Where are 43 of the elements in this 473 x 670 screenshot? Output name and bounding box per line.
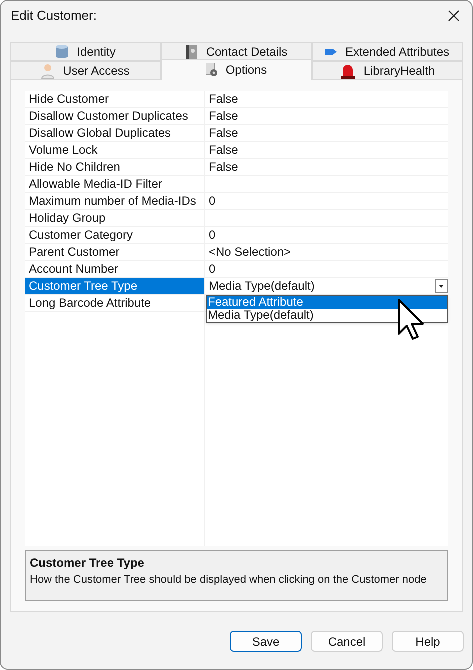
description-text: How the Customer Tree should be displayed when clicking on the Customer node bbox=[30, 573, 428, 588]
property-value[interactable]: False bbox=[205, 159, 448, 175]
dropdown-option[interactable]: Media Type(default) bbox=[207, 309, 447, 322]
description-title: Customer Tree Type bbox=[30, 555, 146, 572]
window-title: Edit Customer: bbox=[11, 7, 97, 26]
property-name[interactable]: Account Number bbox=[25, 261, 205, 277]
property-name[interactable]: Hide No Children bbox=[25, 159, 205, 175]
database-icon bbox=[55, 44, 70, 60]
book-icon bbox=[185, 44, 198, 60]
property-name[interactable]: Hide Customer bbox=[25, 91, 205, 107]
property-name[interactable]: Disallow Customer Duplicates bbox=[25, 108, 205, 124]
tab[interactable]: User Access bbox=[10, 61, 161, 80]
property-name[interactable]: Customer Tree Type bbox=[25, 278, 205, 294]
siren-icon bbox=[340, 62, 356, 78]
property-name[interactable]: Disallow Global Duplicates bbox=[25, 125, 205, 141]
gear-document-icon bbox=[206, 63, 218, 77]
tab[interactable]: Identity bbox=[10, 42, 161, 61]
property-name[interactable]: Holiday Group bbox=[25, 210, 205, 226]
dropdown-value: Media Type(default) bbox=[209, 278, 315, 294]
property-value[interactable]: 0 bbox=[205, 193, 448, 209]
tab[interactable]: Options bbox=[161, 59, 312, 80]
property-name[interactable]: Maximum number of Media-IDs bbox=[25, 193, 205, 209]
property-name[interactable]: Long Barcode Attribute bbox=[25, 295, 205, 311]
person-icon bbox=[41, 62, 56, 78]
property-value[interactable]: 0 bbox=[205, 261, 448, 277]
property-value[interactable]: False bbox=[205, 108, 448, 124]
property-value[interactable]: <No Selection> bbox=[205, 244, 448, 260]
property-value[interactable]: 0 bbox=[205, 227, 448, 243]
property-name[interactable]: Volume Lock bbox=[25, 142, 205, 158]
dialog-button[interactable]: Cancel bbox=[311, 631, 383, 652]
dialog-button[interactable]: Help bbox=[392, 631, 464, 652]
tag-icon bbox=[325, 48, 338, 56]
property-value[interactable]: False bbox=[205, 91, 448, 107]
property-name[interactable]: Allowable Media-ID Filter bbox=[25, 176, 205, 192]
dialog-button[interactable]: Save bbox=[230, 631, 302, 652]
property-value[interactable]: False bbox=[205, 125, 448, 141]
dropdown-option[interactable]: Featured Attribute bbox=[207, 296, 447, 309]
property-name[interactable]: Parent Customer bbox=[25, 244, 205, 260]
property-value[interactable]: False bbox=[205, 142, 448, 158]
close-icon[interactable] bbox=[448, 10, 460, 22]
property-name[interactable]: Customer Category bbox=[25, 227, 205, 243]
tab[interactable]: Extended Attributes bbox=[312, 42, 463, 61]
tab[interactable]: LibraryHealth bbox=[312, 61, 463, 80]
